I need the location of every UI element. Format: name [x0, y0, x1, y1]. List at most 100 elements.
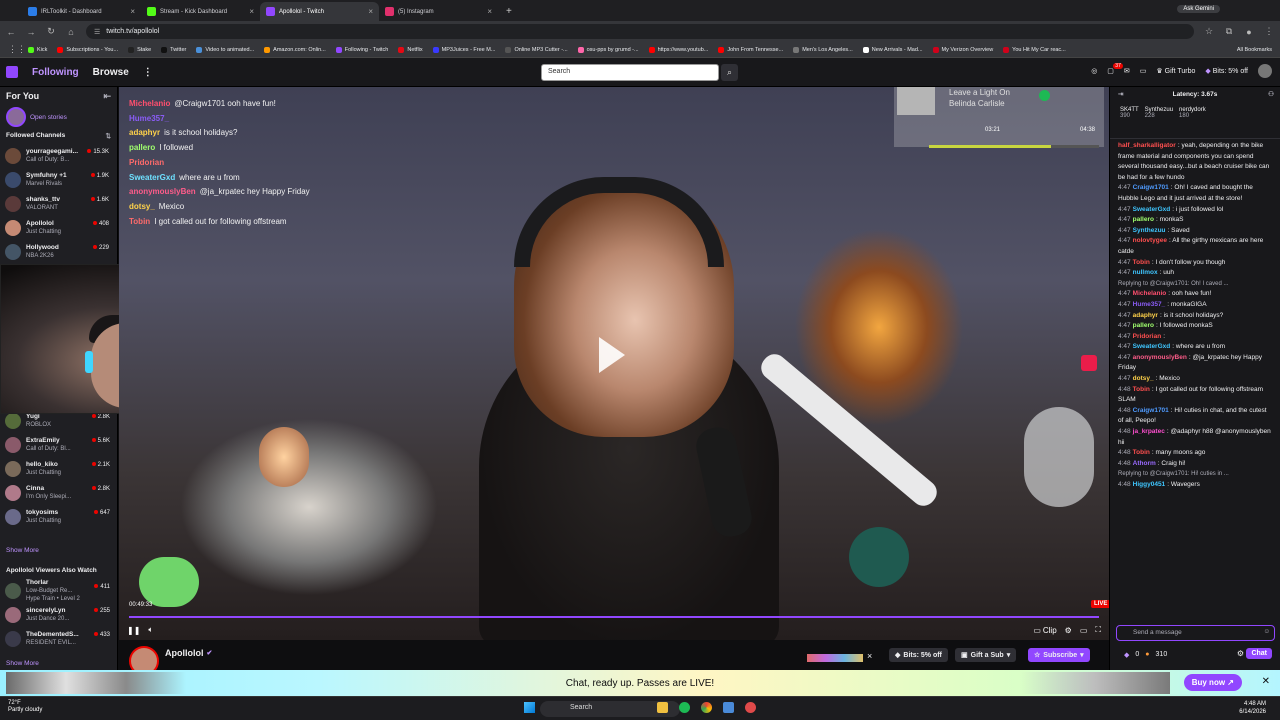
bookmark-item[interactable]: MP3Juices - Free M...: [432, 46, 495, 53]
bookmark-item[interactable]: Online MP3 Cutter -...: [505, 46, 568, 53]
bookmark-star-icon[interactable]: ☆: [1204, 26, 1214, 37]
sidebar-channel[interactable]: Symfuhny +1 Marvel Rivals 1.9K: [0, 168, 117, 192]
close-tab-icon[interactable]: ×: [487, 7, 492, 16]
video-player[interactable]: Leave a Light On Belinda Carlisle 03:21 …: [119, 87, 1109, 640]
bookmark-item[interactable]: Following - Twitch: [335, 46, 388, 53]
chat-username[interactable]: pallero: [1133, 322, 1154, 329]
user-avatar[interactable]: [1258, 64, 1272, 78]
bookmark-item[interactable]: Amazon.com: Onlin...: [264, 46, 326, 53]
profile-icon[interactable]: ●: [1244, 27, 1254, 37]
chrome-icon[interactable]: [701, 702, 712, 713]
channel-name[interactable]: Apollolol ✔: [165, 648, 212, 658]
close-tab-icon[interactable]: ×: [130, 7, 135, 16]
app-icon[interactable]: [723, 702, 734, 713]
volume-icon[interactable]: 🔈︎: [148, 625, 153, 635]
forward-icon[interactable]: →: [26, 27, 36, 37]
sidebar-channel[interactable]: hello_kiko Just Chatting 2.1K: [0, 457, 118, 481]
chat-username[interactable]: Synthezuu: [1133, 227, 1166, 234]
collapse-sidebar-icon[interactable]: ⇤: [103, 91, 111, 102]
chat-username[interactable]: Athorm: [1133, 460, 1156, 467]
sidebar-channel[interactable]: TheDementedS... RESIDENT EVIL... 433: [0, 627, 118, 651]
fullscreen-icon[interactable]: ⛶: [1095, 625, 1101, 635]
bookmark-item[interactable]: You Hit My Car reac...: [1003, 46, 1066, 53]
close-promo-icon[interactable]: ✕: [1262, 676, 1270, 687]
notifications-icon[interactable]: ▢ 37: [1107, 63, 1123, 75]
play-icon[interactable]: [599, 337, 625, 373]
buy-now-button[interactable]: Buy now ↗: [1183, 674, 1242, 691]
bookmark-item[interactable]: Twitter: [161, 46, 186, 53]
chat-username[interactable]: ja_krpatec: [1133, 428, 1165, 435]
nav-browse[interactable]: Browse: [93, 67, 129, 78]
leaderboard-entry[interactable]: nerdydork 180: [1179, 107, 1206, 132]
bookmark-item[interactable]: https://www.youtub...: [648, 46, 708, 53]
chat-username[interactable]: SweaterGxd: [1133, 343, 1171, 350]
sidebar-channel[interactable]: ExtraEmily Call of Duty: Bl... 5.6K: [0, 433, 118, 457]
menu-icon[interactable]: ⋮: [1264, 26, 1274, 37]
sidebar-channel[interactable]: Hollywood NBA 2K26 229: [0, 240, 117, 264]
chat-username[interactable]: adaphyr: [1133, 312, 1158, 319]
bits-offer-channel-button[interactable]: ◆ Bits: 5% off: [889, 648, 948, 662]
open-stories-row[interactable]: Open stories: [0, 106, 117, 128]
leaderboard-entry[interactable]: Synthezuu 228: [1145, 107, 1173, 132]
chat-username[interactable]: Hume357_: [1133, 301, 1166, 308]
bookmark-item[interactable]: Kick: [28, 46, 47, 53]
show-more-also-watch[interactable]: Show More: [0, 658, 45, 669]
close-emote-strip-icon[interactable]: ×: [867, 651, 872, 661]
sidebar-channel[interactable]: shanks_ttv VALORANT 1.6K: [0, 192, 117, 216]
all-bookmarks[interactable]: All Bookmarks: [1237, 47, 1272, 53]
more-icon[interactable]: ⋮: [143, 67, 153, 78]
chat-username[interactable]: dotsy_: [1133, 375, 1154, 382]
browser-tab[interactable]: IRLToolkit - Dashboard ×: [22, 2, 141, 21]
bookmark-item[interactable]: Stake: [128, 46, 151, 53]
chat-username[interactable]: Higgy0451: [1133, 481, 1166, 488]
bits-offer-button[interactable]: ◆ Bits: 5% off: [1205, 67, 1248, 75]
search-input[interactable]: Search: [541, 64, 719, 81]
bookmark-item[interactable]: osu-pps by grumd -...: [577, 46, 639, 53]
chat-username[interactable]: Tobin: [1133, 386, 1150, 393]
chat-username[interactable]: Tobin: [1133, 259, 1150, 266]
chat-username[interactable]: Craigw1701: [1133, 184, 1169, 191]
bookmark-item[interactable]: My Verizon Overview: [932, 46, 993, 53]
chat-username[interactable]: Pridorian: [1133, 333, 1162, 340]
chat-username[interactable]: pallero: [1133, 216, 1154, 223]
collapse-chat-icon[interactable]: ⇥: [1118, 90, 1123, 98]
extensions-icon[interactable]: ⧉: [1224, 26, 1234, 37]
settings-icon[interactable]: ⚙: [1065, 626, 1072, 635]
chat-username[interactable]: nullmox: [1133, 269, 1158, 276]
site-info-icon[interactable]: ☰: [94, 28, 100, 36]
bookmark-item[interactable]: Netflix: [398, 46, 423, 53]
chat-bubble-icon[interactable]: ▭: [1140, 67, 1147, 75]
browser-tab[interactable]: (5) Instagram ×: [379, 2, 498, 21]
start-icon[interactable]: [524, 702, 535, 713]
sidebar-channel[interactable]: tokyosims Just Chatting 647: [0, 505, 118, 529]
community-icon[interactable]: ⚇: [1268, 90, 1274, 98]
url-input[interactable]: ☰ twitch.tv/apollolol: [86, 24, 1194, 39]
chat-username[interactable]: Craigw1701: [1133, 407, 1169, 414]
twitch-logo-icon[interactable]: [6, 66, 18, 78]
sidebar-channel[interactable]: sincerelyLyn Just Dance 20... 255: [0, 603, 118, 627]
weather-widget[interactable]: 72°F Partly cloudy: [8, 700, 42, 714]
theatre-mode-icon[interactable]: ▭: [1080, 626, 1088, 635]
back-icon[interactable]: ←: [6, 27, 16, 37]
chat-username[interactable]: Michelanio: [1133, 290, 1167, 297]
nav-following[interactable]: Following: [32, 67, 79, 78]
leaderboard-entry[interactable]: SK4TT 390: [1120, 107, 1139, 132]
gift-sub-button[interactable]: ▣ Gift a Sub ▾: [955, 648, 1017, 662]
channel-points-icon[interactable]: ◆: [1124, 651, 1129, 659]
video-progress-bar[interactable]: [129, 616, 1099, 618]
close-tab-icon[interactable]: ×: [368, 7, 373, 16]
sort-icon[interactable]: ⇅: [106, 132, 111, 140]
browser-tab[interactable]: Stream - Kick Dashboard ×: [141, 2, 260, 21]
system-clock[interactable]: 4:48 AM 6/14/2026: [1239, 700, 1266, 716]
gift-turbo-button[interactable]: ♛ Gift Turbo: [1156, 67, 1195, 75]
close-tab-icon[interactable]: ×: [249, 7, 254, 16]
show-more-followed[interactable]: Show More: [0, 545, 45, 556]
bookmark-item[interactable]: Subscriptions - You...: [57, 46, 118, 53]
bits-balance-icon[interactable]: ●: [1145, 651, 1149, 659]
bookmark-item[interactable]: John From Tennesse...: [718, 46, 783, 53]
new-tab-button[interactable]: +: [506, 6, 512, 17]
chat-username[interactable]: half_sharkalligator: [1118, 142, 1176, 149]
reload-icon[interactable]: ↻: [46, 26, 56, 37]
chat-settings-icon[interactable]: ⚙: [1237, 649, 1244, 658]
ask-gemini-button[interactable]: Ask Gemini: [1177, 5, 1220, 13]
